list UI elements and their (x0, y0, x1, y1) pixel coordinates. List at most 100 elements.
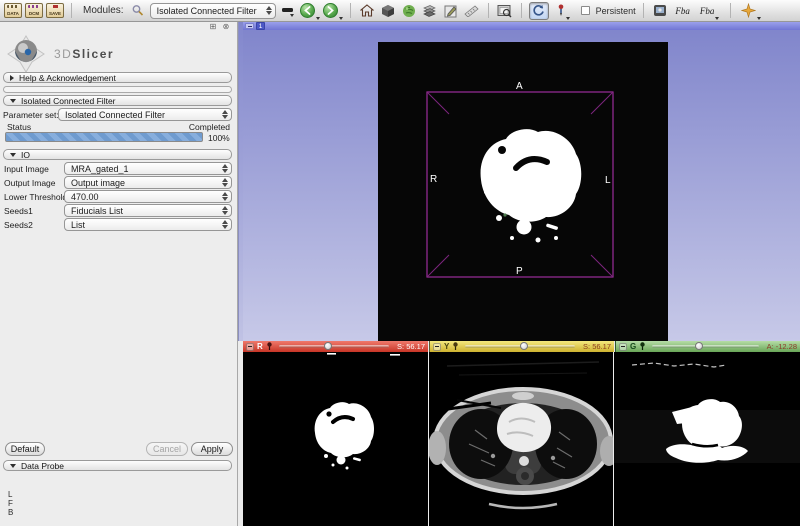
toolbar-separator (643, 3, 644, 18)
io-section-header[interactable]: IO (3, 149, 232, 160)
fiducial-label-button[interactable]: Fba (672, 2, 694, 20)
yellow-slice-viewport[interactable] (429, 352, 613, 526)
panel-hide-icon[interactable]: ⊗ (221, 23, 231, 32)
editor-button[interactable] (442, 2, 460, 20)
label-posterior: P (516, 266, 523, 277)
layers-icon (422, 4, 437, 17)
green-pin-icon[interactable] (639, 342, 646, 351)
screenshot-icon (497, 4, 512, 18)
module-back-button[interactable] (300, 2, 320, 20)
probe-layer-b: B (8, 508, 13, 517)
save-button[interactable]: SAVE (46, 2, 64, 20)
status-label: Status (7, 122, 31, 132)
yellow-pin-icon[interactable] (452, 342, 459, 351)
module-section-label: Isolated Connected Filter (21, 96, 116, 106)
module-selector[interactable]: Isolated Connected Filter (150, 3, 276, 19)
minus-icon (435, 346, 439, 347)
minus-icon (621, 346, 625, 347)
output-image-selector[interactable]: Output image (64, 176, 232, 189)
help-section-header[interactable]: Help & Acknowledgement (3, 72, 232, 83)
persistent-checkbox[interactable] (581, 6, 590, 15)
rotate-mode-button[interactable] (529, 2, 549, 20)
cancel-button-label: Cancel (153, 444, 181, 454)
rotate-icon (532, 4, 545, 17)
data-probe-section-header[interactable]: Data Probe (3, 460, 232, 471)
green-slice-slider[interactable] (652, 345, 758, 348)
module-section-header[interactable]: Isolated Connected Filter (3, 95, 232, 106)
io-section-label: IO (21, 150, 30, 160)
label-left: L (605, 175, 611, 186)
seeds2-selector[interactable]: List (64, 218, 232, 231)
window-capture-button[interactable] (651, 2, 669, 20)
mouse-interaction-button[interactable] (552, 2, 576, 20)
module-history-button[interactable] (279, 2, 297, 20)
toolbar-separator (488, 3, 489, 18)
yellow-slice-slider[interactable] (465, 345, 575, 348)
input-image-value: MRA_gated_1 (71, 164, 218, 174)
data-probe-label: Data Probe (21, 461, 64, 471)
lower-threshold-spinbox[interactable]: 470.00 (64, 190, 232, 203)
load-data-button[interactable]: DATA (4, 2, 22, 20)
volume-rendering-button[interactable] (379, 2, 397, 20)
edit-icon (444, 4, 458, 18)
module-panel: ⊞ ⊗ 3DSlicer Help & Acknowledgement Isol… (0, 22, 238, 526)
output-image-value: Output image (71, 178, 218, 188)
green-collapse-button[interactable] (619, 343, 627, 351)
history-icon (281, 5, 295, 17)
seeds1-value: Fiducials List (71, 206, 218, 216)
view-collapse-button[interactable] (245, 23, 254, 29)
axial-mr-image (429, 352, 613, 526)
red-slice-slider[interactable] (279, 345, 389, 348)
threed-render-area[interactable]: A R L P (378, 42, 668, 341)
yellow-slider-handle[interactable] (520, 342, 528, 350)
help-section-label: Help & Acknowledgement (19, 73, 116, 83)
layers-button[interactable] (421, 2, 439, 20)
expanded-triangle-icon (10, 153, 16, 157)
combo-stepper-icon (266, 6, 272, 15)
load-dicom-icon: DCM (25, 3, 43, 18)
default-button[interactable]: Default (5, 442, 45, 456)
threed-view-controller-bar: 1 (243, 22, 800, 30)
monitor-icon (653, 4, 667, 17)
green-slice-viewport[interactable] (614, 352, 800, 526)
forward-arrow-icon (323, 3, 338, 18)
parameter-set-selector[interactable]: Isolated Connected Filter (58, 108, 232, 121)
red-pin-icon[interactable] (266, 342, 273, 351)
place-fiducial-button[interactable] (738, 2, 764, 20)
seeds1-label: Seeds1 (4, 206, 33, 216)
pin-icon (557, 4, 565, 17)
cube-icon (381, 4, 395, 18)
load-dicom-button[interactable]: DCM (25, 2, 43, 20)
combo-stepper-icon (222, 178, 228, 187)
threed-view[interactable]: 1 (243, 22, 800, 341)
red-slice-offset: S: 56.17 (397, 342, 425, 351)
apply-button[interactable]: Apply (191, 442, 233, 456)
toolbar-separator (730, 3, 731, 18)
module-search-button[interactable] (129, 2, 147, 20)
cancel-button[interactable]: Cancel (146, 442, 188, 456)
home-icon (360, 4, 374, 17)
green-slider-handle[interactable] (695, 342, 703, 350)
app-title: 3DSlicer (54, 47, 114, 61)
red-slider-handle[interactable] (324, 342, 332, 350)
label-dropdown-caret (715, 17, 719, 20)
output-image-label: Output Image (4, 178, 56, 188)
probe-layer-f: F (8, 499, 13, 508)
red-collapse-button[interactable] (246, 343, 254, 351)
fiducial-label-list-button[interactable]: Fba (697, 2, 723, 20)
status-completed-label: Completed (189, 122, 230, 132)
models-button[interactable] (400, 2, 418, 20)
home-module-button[interactable] (358, 2, 376, 20)
screen-capture-button[interactable] (496, 2, 514, 20)
yellow-collapse-button[interactable] (433, 343, 441, 351)
panel-undock-icon[interactable]: ⊞ (208, 23, 218, 32)
seeds1-selector[interactable]: Fiducials List (64, 204, 232, 217)
module-forward-button[interactable] (323, 2, 343, 20)
probe-layer-l: L (8, 490, 13, 499)
back-dropdown-caret (316, 17, 320, 20)
measure-button[interactable] (463, 2, 481, 20)
red-slice-viewport[interactable] (243, 352, 428, 526)
segmented-volume (481, 129, 582, 242)
input-image-selector[interactable]: MRA_gated_1 (64, 162, 232, 175)
yellow-slice-bar: Y S: 56.17 (429, 341, 614, 352)
